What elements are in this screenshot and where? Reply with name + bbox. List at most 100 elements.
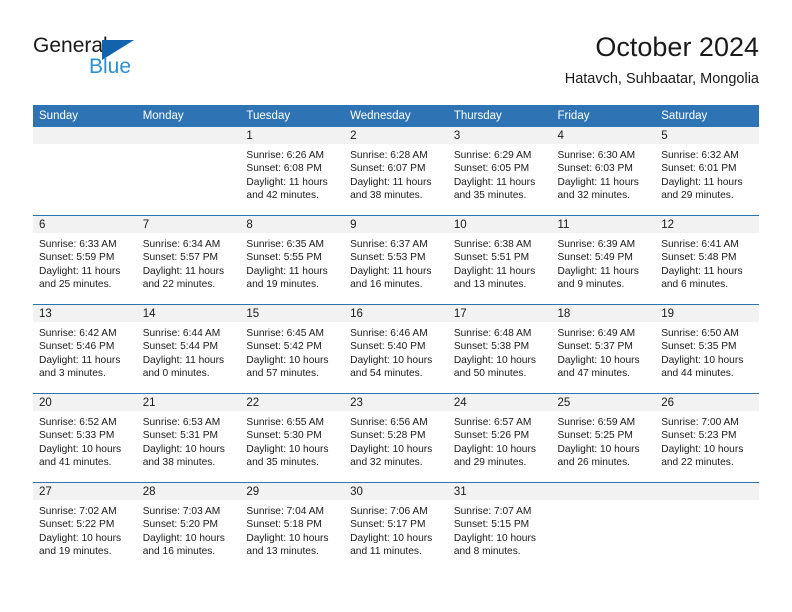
sunset-time: Sunset: 6:03 PM [557, 163, 633, 175]
day-details: Sunrise: 6:39 AM Sunset: 5:49 PM Daylight:… [552, 233, 656, 291]
day-details: Sunrise: 6:41 AM Sunset: 5:48 PM Daylight:… [655, 233, 759, 291]
calendar-week-row: 13 Sunrise: 6:42 AM Sunset: 5:46 PM Dayligh… [33, 304, 759, 394]
day-details: Sunrise: 6:26 AM Sunset: 6:08 PM Daylight:… [240, 144, 344, 202]
calendar-day-cell[interactable]: 7 Sunrise: 6:34 AM Sunset: 5:57 PM Daylight… [136, 215, 241, 305]
sunset-time: Sunset: 5:49 PM [557, 252, 633, 264]
weekday-header-friday: Friday [551, 105, 656, 127]
daylight-duration-line1: Daylight: 10 hours [557, 443, 640, 455]
daylight-duration-line1: Daylight: 10 hours [246, 443, 329, 455]
calendar-day-cell[interactable]: 30 Sunrise: 7:06 AM Sunset: 5:17 PM Dayligh… [344, 482, 448, 571]
sunset-time: Sunset: 5:55 PM [246, 252, 322, 264]
calendar-day-cell[interactable]: 15 Sunrise: 6:45 AM Sunset: 5:42 PM Dayligh… [240, 304, 345, 394]
day-number: 25 [551, 394, 656, 411]
day-number: 18 [551, 305, 656, 322]
sunset-time: Sunset: 6:07 PM [350, 163, 426, 175]
day-number: 6 [33, 216, 137, 233]
daylight-duration-line2: and 16 minutes. [142, 545, 216, 557]
calendar-day-cell[interactable]: 23 Sunrise: 6:56 AM Sunset: 5:28 PM Dayligh… [344, 393, 448, 483]
day-details: Sunrise: 7:00 AM Sunset: 5:23 PM Daylight:… [655, 411, 759, 469]
calendar-week-row: 27 Sunrise: 7:02 AM Sunset: 5:22 PM Dayligh… [33, 482, 759, 571]
calendar-day-cell[interactable]: 9 Sunrise: 6:37 AM Sunset: 5:53 PM Daylight… [344, 215, 448, 305]
day-number: 12 [655, 216, 759, 233]
sunrise-time: Sunrise: 6:26 AM [246, 150, 324, 161]
calendar-day-cell[interactable]: 14 Sunrise: 6:44 AM Sunset: 5:44 PM Dayligh… [136, 304, 241, 394]
sunrise-time: Sunrise: 6:53 AM [142, 417, 221, 428]
calendar-day-cell[interactable]: 5 Sunrise: 6:32 AM Sunset: 6:01 PM Daylight… [655, 127, 759, 216]
calendar-day-cell[interactable]: 28 Sunrise: 7:03 AM Sunset: 5:20 PM Dayligh… [136, 482, 241, 571]
calendar-day-cell[interactable]: 21 Sunrise: 6:53 AM Sunset: 5:31 PM Dayligh… [136, 393, 241, 483]
daylight-duration-line1: Daylight: 10 hours [350, 443, 433, 455]
calendar-day-cell[interactable]: 26 Sunrise: 7:00 AM Sunset: 5:23 PM Dayligh… [655, 393, 759, 483]
sunset-time: Sunset: 5:31 PM [142, 430, 219, 442]
day-number [33, 127, 137, 144]
day-number [655, 483, 759, 500]
calendar-day-cell-empty [33, 127, 137, 216]
calendar-day-cell[interactable]: 17 Sunrise: 6:48 AM Sunset: 5:38 PM Dayligh… [447, 304, 552, 394]
day-number: 3 [447, 127, 552, 144]
daylight-duration-line1: Daylight: 11 hours [453, 265, 536, 277]
sunset-time: Sunset: 5:17 PM [350, 519, 426, 531]
day-number: 1 [240, 127, 345, 144]
calendar-day-cell[interactable]: 16 Sunrise: 6:46 AM Sunset: 5:40 PM Dayligh… [344, 304, 448, 394]
weekday-header-saturday: Saturday [655, 105, 759, 127]
calendar-day-cell[interactable]: 12 Sunrise: 6:41 AM Sunset: 5:48 PM Dayligh… [655, 215, 759, 305]
calendar-day-cell-empty [136, 127, 241, 216]
day-details: Sunrise: 6:52 AM Sunset: 5:33 PM Daylight:… [33, 411, 137, 469]
calendar-day-cell[interactable]: 22 Sunrise: 6:55 AM Sunset: 5:30 PM Dayligh… [240, 393, 345, 483]
daylight-duration-line1: Daylight: 10 hours [142, 443, 225, 455]
calendar-day-cell[interactable]: 11 Sunrise: 6:39 AM Sunset: 5:49 PM Dayligh… [551, 215, 656, 305]
sunset-time: Sunset: 5:46 PM [39, 341, 115, 353]
sunset-time: Sunset: 5:26 PM [453, 430, 530, 442]
calendar-day-cell[interactable]: 13 Sunrise: 6:42 AM Sunset: 5:46 PM Dayligh… [33, 304, 137, 394]
page-title: October 2024 [595, 32, 759, 62]
daylight-duration-line1: Daylight: 10 hours [39, 443, 122, 455]
day-number: 23 [344, 394, 448, 411]
calendar-day-cell[interactable]: 27 Sunrise: 7:02 AM Sunset: 5:22 PM Dayligh… [33, 482, 137, 571]
calendar-day-cell[interactable]: 31 Sunrise: 7:07 AM Sunset: 5:15 PM Dayligh… [447, 482, 552, 571]
sunset-time: Sunset: 5:40 PM [350, 341, 426, 353]
calendar-day-cell[interactable]: 8 Sunrise: 6:35 AM Sunset: 5:55 PM Daylight… [240, 215, 345, 305]
calendar-day-cell[interactable]: 20 Sunrise: 6:52 AM Sunset: 5:33 PM Dayligh… [33, 393, 137, 483]
calendar-day-cell[interactable]: 18 Sunrise: 6:49 AM Sunset: 5:37 PM Dayligh… [551, 304, 656, 394]
day-details: Sunrise: 6:33 AM Sunset: 5:59 PM Daylight:… [33, 233, 137, 291]
calendar-header-row: Sunday Monday Tuesday Wednesday Thursday… [33, 105, 759, 127]
day-number [136, 127, 241, 144]
calendar-day-cell[interactable]: 24 Sunrise: 6:57 AM Sunset: 5:26 PM Dayligh… [447, 393, 552, 483]
day-details: Sunrise: 7:02 AM Sunset: 5:22 PM Daylight:… [33, 500, 137, 558]
sunrise-time: Sunrise: 6:45 AM [246, 328, 324, 339]
day-number: 2 [344, 127, 448, 144]
daylight-duration-line2: and 16 minutes. [350, 278, 423, 290]
daylight-duration-line2: and 13 minutes. [246, 545, 319, 557]
day-details: Sunrise: 6:56 AM Sunset: 5:28 PM Daylight:… [344, 411, 448, 469]
page-subtitle: Hatavch, Suhbaatar, Mongolia [564, 71, 759, 87]
calendar-day-cell[interactable]: 6 Sunrise: 6:33 AM Sunset: 5:59 PM Daylight… [33, 215, 137, 305]
daylight-duration-line2: and 22 minutes. [661, 456, 734, 468]
calendar-day-cell[interactable]: 29 Sunrise: 7:04 AM Sunset: 5:18 PM Dayligh… [240, 482, 345, 571]
sunrise-time: Sunrise: 6:49 AM [557, 328, 636, 339]
daylight-duration-line2: and 41 minutes. [39, 456, 112, 468]
day-details: Sunrise: 6:48 AM Sunset: 5:38 PM Daylight:… [448, 322, 552, 380]
daylight-duration-line1: Daylight: 11 hours [661, 176, 743, 188]
calendar-day-cell[interactable]: 3 Sunrise: 6:29 AM Sunset: 6:05 PM Daylight… [447, 127, 552, 216]
calendar-day-cell[interactable]: 10 Sunrise: 6:38 AM Sunset: 5:51 PM Dayligh… [447, 215, 552, 305]
day-details: Sunrise: 6:57 AM Sunset: 5:26 PM Daylight:… [448, 411, 552, 469]
day-number: 28 [136, 483, 241, 500]
daylight-duration-line1: Daylight: 10 hours [557, 354, 640, 366]
daylight-duration-line2: and 38 minutes. [142, 456, 216, 468]
calendar-day-cell[interactable]: 4 Sunrise: 6:30 AM Sunset: 6:03 PM Daylight… [551, 127, 656, 216]
calendar-day-cell[interactable]: 19 Sunrise: 6:50 AM Sunset: 5:35 PM Dayligh… [655, 304, 759, 394]
daylight-duration-line2: and 38 minutes. [350, 189, 423, 201]
calendar-day-cell[interactable]: 1 Sunrise: 6:26 AM Sunset: 6:08 PM Daylight… [240, 127, 345, 216]
daylight-duration-line2: and 8 minutes. [453, 545, 521, 557]
calendar-day-cell[interactable]: 2 Sunrise: 6:28 AM Sunset: 6:07 PM Daylight… [344, 127, 448, 216]
sunset-time: Sunset: 5:22 PM [39, 519, 115, 531]
sunset-time: Sunset: 5:42 PM [246, 341, 322, 353]
calendar-body: 1 Sunrise: 6:26 AM Sunset: 6:08 PM Daylight… [33, 127, 759, 571]
calendar-day-cell[interactable]: 25 Sunrise: 6:59 AM Sunset: 5:25 PM Dayligh… [551, 393, 656, 483]
daylight-duration-line1: Daylight: 10 hours [142, 532, 225, 544]
daylight-duration-line2: and 32 minutes. [350, 456, 423, 468]
day-number: 11 [551, 216, 656, 233]
sunset-time: Sunset: 5:48 PM [661, 252, 737, 264]
sunset-time: Sunset: 5:30 PM [246, 430, 322, 442]
sunrise-time: Sunrise: 7:00 AM [661, 417, 739, 428]
